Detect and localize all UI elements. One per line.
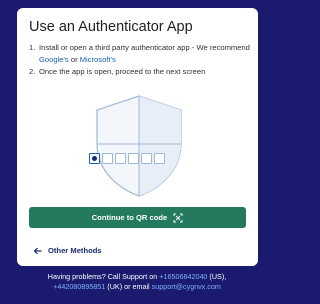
arrow-left-icon	[33, 247, 42, 254]
page-title: Use an Authenticator App	[29, 19, 193, 35]
code-box	[115, 153, 126, 164]
step-1: 1. Install or open a third party authent…	[29, 43, 250, 64]
code-box	[89, 153, 100, 164]
code-dot	[92, 156, 97, 161]
step-1-text: Install or open a third party authentica…	[39, 43, 250, 52]
us-phone-link[interactable]: +16506842040	[159, 272, 207, 281]
other-methods-link[interactable]: Other Methods	[33, 246, 102, 255]
continue-button-label: Continue to QR code	[91, 213, 168, 222]
microsoft-link[interactable]: Microsoft's	[80, 55, 116, 64]
code-box	[102, 153, 113, 164]
code-box	[128, 153, 139, 164]
instructions-list: 1. Install or open a third party authent…	[29, 42, 255, 78]
google-link[interactable]: Google's	[39, 55, 69, 64]
code-box	[154, 153, 165, 164]
support-footer: Having problems? Call Support on +165068…	[47, 272, 227, 291]
other-methods-label: Other Methods	[48, 246, 102, 255]
uk-phone-link[interactable]: +442080895851	[53, 282, 105, 291]
authenticator-card: Use an Authenticator App 1. Install or o…	[17, 8, 258, 266]
shield-illustration	[96, 95, 182, 197]
code-boxes	[89, 153, 165, 164]
step-2: 2. Once the app is open, proceed to the …	[29, 67, 206, 76]
qr-scan-icon	[173, 213, 183, 222]
continue-to-qr-button[interactable]: Continue to QR code	[29, 207, 246, 228]
code-box	[141, 153, 152, 164]
step-2-text: Once the app is open, proceed to the nex…	[39, 67, 206, 76]
support-email-link[interactable]: support@cygnvx.com	[152, 282, 221, 291]
